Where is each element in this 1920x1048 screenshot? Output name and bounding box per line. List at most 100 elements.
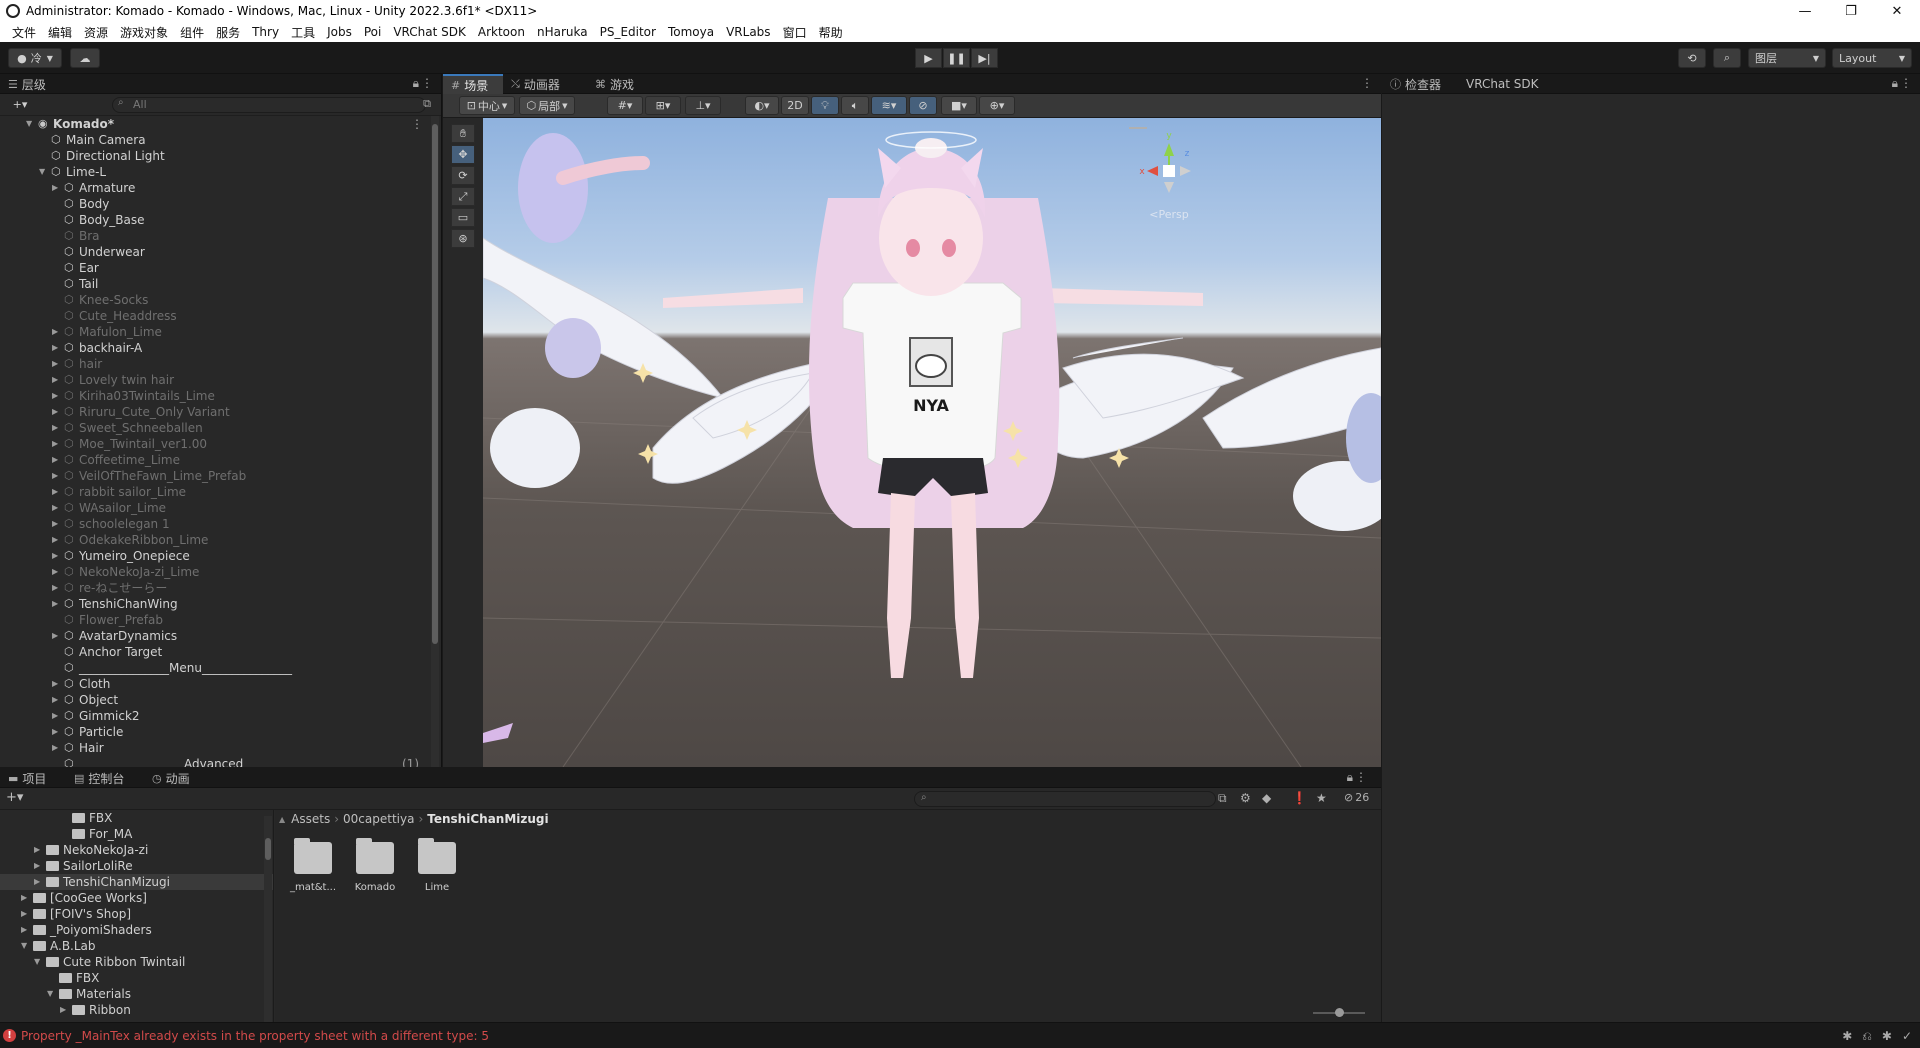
collapse-arrow-icon[interactable]: ▶ <box>52 436 62 452</box>
menu-item[interactable]: PS_Editor <box>594 25 662 39</box>
hierarchy-item[interactable]: ⬡ Body_Base <box>0 212 429 228</box>
hierarchy-item[interactable]: ▶ ⬡ AvatarDynamics <box>0 628 429 644</box>
add-asset-button[interactable]: +▾ <box>6 790 23 805</box>
collapse-arrow-icon[interactable]: ▶ <box>21 906 27 922</box>
step-button[interactable]: ▶| <box>971 48 998 68</box>
menu-item[interactable]: 组件 <box>174 24 210 41</box>
hierarchy-item[interactable]: ⬡ Flower_Prefab <box>0 612 429 628</box>
collapse-arrow-icon[interactable]: ▶ <box>34 858 40 874</box>
network-icon[interactable]: ⎌ <box>1862 1029 1872 1044</box>
project-folder-item[interactable]: ▶ [CooGee Works] <box>0 890 273 906</box>
check-icon[interactable]: ✓ <box>1902 1029 1912 1044</box>
collapse-arrow-icon[interactable]: ▶ <box>52 340 62 356</box>
grid-snap-button[interactable]: #▾ <box>607 96 643 115</box>
hierarchy-item[interactable]: ⬡ Knee-Socks <box>0 292 429 308</box>
scene-viewport[interactable]: NYA y x z <Persp <box>483 118 1381 767</box>
bug-icon[interactable]: ✱ <box>1842 1029 1852 1044</box>
hidden-objects-toggle[interactable]: ⊘ <box>909 96 937 115</box>
hierarchy-item[interactable]: ⬡ Main Camera <box>0 132 429 148</box>
collapse-arrow-icon[interactable]: ▶ <box>52 420 62 436</box>
lock-icon[interactable]: 🔒︎ <box>1347 770 1353 785</box>
hidden-packages-button[interactable]: ⊘ 26 <box>1344 791 1369 804</box>
hierarchy-item[interactable]: ▶ ⬡ Yumeiro_Onepiece <box>0 548 429 564</box>
project-folder-item[interactable]: ▶ SailorLoliRe <box>0 858 273 874</box>
layout-dropdown[interactable]: Layout ▼ <box>1832 48 1912 68</box>
collapse-arrow-icon[interactable]: ▶ <box>52 404 62 420</box>
collapse-arrow-icon[interactable]: ▶ <box>52 324 62 340</box>
menu-item[interactable]: nHaruka <box>531 25 594 39</box>
collapse-arrow-icon[interactable]: ▶ <box>34 842 40 858</box>
tab-vrchat-sdk[interactable]: VRChat SDK <box>1458 74 1547 94</box>
collapse-arrow-icon[interactable]: ▶ <box>52 692 62 708</box>
project-folder-item[interactable]: ▶ [FOIV's Shop] <box>0 906 273 922</box>
collapse-arrow-icon[interactable]: ▶ <box>52 388 62 404</box>
tab-game[interactable]: ⌘ 游戏 <box>587 74 642 94</box>
align-button[interactable]: ⊥▾ <box>685 96 721 115</box>
expand-arrow-icon[interactable]: ▼ <box>47 986 53 1002</box>
hierarchy-item[interactable]: ▶ ⬡ backhair-A <box>0 340 429 356</box>
menu-item[interactable]: 编辑 <box>42 24 78 41</box>
lock-icon[interactable]: 🔒︎ <box>413 76 419 91</box>
space-toggle[interactable]: ⬡ 局部 ▼ <box>519 96 575 115</box>
hierarchy-item[interactable]: ⬡ Cute_Headdress <box>0 308 429 324</box>
menu-item[interactable]: 工具 <box>285 24 321 41</box>
menu-item[interactable]: 窗口 <box>777 24 813 41</box>
hierarchy-item[interactable]: ▶ ⬡ Mafulon_Lime <box>0 324 429 340</box>
menu-item[interactable]: Thry <box>246 25 285 39</box>
gizmos-button[interactable]: ⊕▾ <box>979 96 1015 115</box>
lock-icon[interactable]: 🔒︎ <box>1892 76 1898 91</box>
hierarchy-item[interactable]: ▶ ⬡ WAsailor_Lime <box>0 500 429 516</box>
tab-scene[interactable]: # 场景 <box>443 74 503 94</box>
tab-hierarchy[interactable]: ☰ 层级 <box>0 74 54 94</box>
hierarchy-item[interactable]: ▶ ⬡ NekoNekoJa-zi_Lime <box>0 564 429 580</box>
maximize-button[interactable]: ❐ <box>1828 0 1874 22</box>
transform-tool-button[interactable]: ⊛ <box>451 229 475 248</box>
search-button[interactable]: ⌕ <box>1713 48 1741 68</box>
hierarchy-item[interactable]: ▶ ⬡ hair <box>0 356 429 372</box>
collapse-arrow-icon[interactable]: ▶ <box>52 548 62 564</box>
hierarchy-search-input[interactable]: All <box>112 97 426 113</box>
hierarchy-item[interactable]: ⬡ Anchor Target <box>0 644 429 660</box>
tab-animator[interactable]: ⤯ 动画器 <box>503 74 568 94</box>
layers-dropdown[interactable]: 图层 ▼ <box>1748 48 1826 68</box>
hierarchy-item[interactable]: ▶ ⬡ Sweet_Schneeballen <box>0 420 429 436</box>
hierarchy-item[interactable]: ⬡ _______________Menu_______________ <box>0 660 429 676</box>
kebab-menu-icon[interactable]: ⋮ <box>1900 76 1912 90</box>
status-message[interactable]: Property _MainTex already exists in the … <box>21 1029 489 1043</box>
menu-item[interactable]: 服务 <box>210 24 246 41</box>
collapse-arrow-icon[interactable]: ▶ <box>52 564 62 580</box>
kebab-menu-icon[interactable]: ⋮ <box>411 116 423 132</box>
collapse-arrow-icon[interactable]: ▶ <box>52 180 62 196</box>
collapse-arrow-icon[interactable]: ▶ <box>52 468 62 484</box>
increment-snap-button[interactable]: ⊞▾ <box>645 96 681 115</box>
hierarchy-item[interactable]: ▼ ⬡ Lime-L <box>0 164 429 180</box>
collapse-arrow-icon[interactable]: ▶ <box>52 516 62 532</box>
hierarchy-scrollbar[interactable] <box>431 116 439 767</box>
project-folder-item[interactable]: ▼ A.B.Lab <box>0 938 273 954</box>
hierarchy-item[interactable]: ▶ ⬡ Particle <box>0 724 429 740</box>
collapse-arrow-icon[interactable]: ▶ <box>52 532 62 548</box>
search-by-type-icon[interactable]: ⧉ <box>1218 791 1227 806</box>
expand-arrow-icon[interactable]: ▼ <box>34 954 40 970</box>
breadcrumb-item[interactable]: Assets <box>291 812 330 826</box>
hierarchy-item[interactable]: ▶ ⬡ Kiriha03Twintails_Lime <box>0 388 429 404</box>
menu-item[interactable]: 游戏对象 <box>114 24 174 41</box>
hierarchy-item[interactable]: ▶ ⬡ Object <box>0 692 429 708</box>
menu-item[interactable]: 帮助 <box>813 24 849 41</box>
menu-item[interactable]: Tomoya <box>662 25 720 39</box>
collapse-arrow-icon[interactable]: ▶ <box>52 628 62 644</box>
kebab-menu-icon[interactable]: ⋮ <box>1361 76 1373 90</box>
zoom-slider-handle[interactable] <box>1335 1008 1344 1017</box>
project-folder-item[interactable]: FBX <box>0 970 273 986</box>
collapse-arrow-icon[interactable]: ▶ <box>52 676 62 692</box>
scrollbar-thumb[interactable] <box>432 124 438 644</box>
favorite-icon[interactable]: ★ <box>1316 791 1327 805</box>
pivot-toggle[interactable]: ⊡ 中心 ▼ <box>459 96 515 115</box>
add-object-button[interactable]: +▾ <box>6 96 34 113</box>
camera-settings-button[interactable]: ■▾ <box>941 96 977 115</box>
collapse-arrow-icon[interactable]: ▶ <box>52 500 62 516</box>
hierarchy-item[interactable]: ▶ ⬡ rabbit sailor_Lime <box>0 484 429 500</box>
collapse-arrow-icon[interactable]: ▶ <box>52 484 62 500</box>
breadcrumb-item-current[interactable]: TenshiChanMizugi <box>427 812 548 826</box>
project-folder-item[interactable]: ▼ Materials <box>0 986 273 1002</box>
